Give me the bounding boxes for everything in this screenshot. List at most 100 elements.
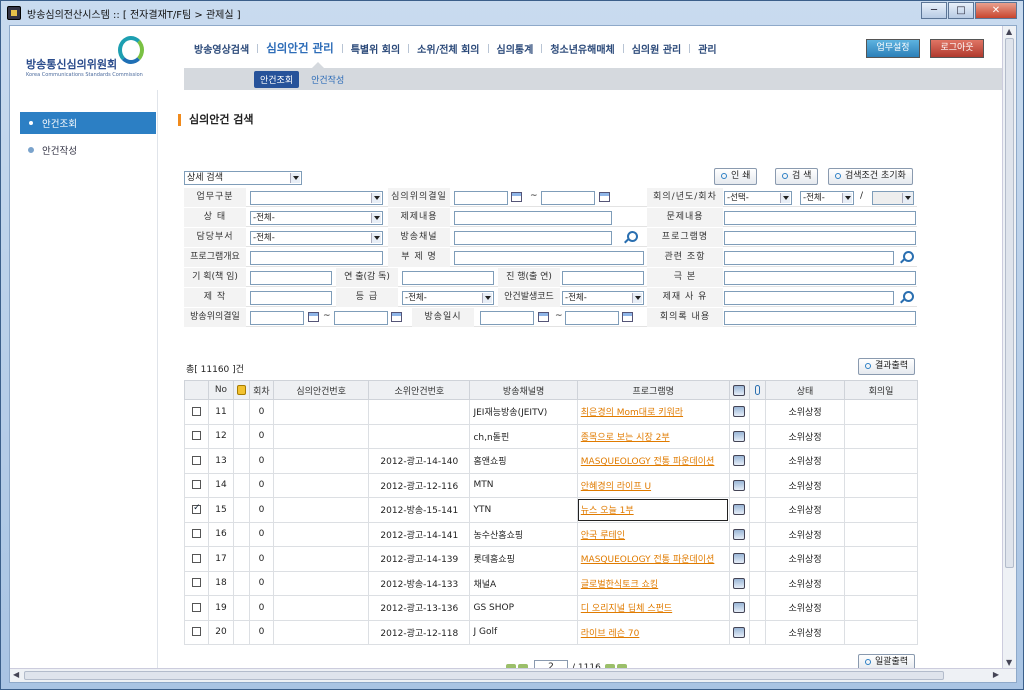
tv-icon[interactable]	[733, 504, 746, 516]
gnb-item-special[interactable]: 특별위 회의	[343, 41, 408, 56]
gnb-item-admin[interactable]: 관리	[690, 41, 724, 56]
planner-input[interactable]	[250, 271, 332, 285]
search-icon[interactable]	[624, 231, 638, 243]
biz-select[interactable]	[250, 191, 383, 205]
reset-search-button[interactable]: 검색조건 초기화	[828, 168, 913, 185]
writer-input[interactable]	[724, 271, 916, 285]
row-checkbox[interactable]	[192, 578, 202, 588]
row-program-link[interactable]: 글로벌한식토크 쇼킹	[581, 580, 658, 590]
sidebar-item-search[interactable]: 안건조회	[20, 112, 156, 134]
search-icon[interactable]	[900, 291, 914, 303]
channel-input[interactable]	[454, 231, 612, 245]
table-row[interactable]: 17 0 2012-광고-14-139 롯데홈쇼핑 MASQUEOLOGY 전통 파운데…	[183, 546, 918, 572]
row-checkbox[interactable]	[192, 503, 202, 514]
minimize-button[interactable]: ─	[921, 2, 947, 19]
gnb-item-agenda[interactable]: 심의안건 관리	[258, 40, 341, 56]
calendar-icon[interactable]	[599, 192, 610, 202]
row-program-link[interactable]: 종목으로 보는 시장 2부	[581, 433, 670, 443]
table-row[interactable]: 12 0 ch,n돌핀 종목으로 보는 시장 2부 소위상정	[183, 423, 918, 449]
host-input[interactable]	[562, 271, 644, 285]
logout-button[interactable]: 로그아웃	[930, 39, 984, 58]
tv-icon[interactable]	[733, 528, 746, 540]
table-row[interactable]: 19 0 2012-광고-13-136 GS SHOP 디 오리지널 딥체 스펀드 소위상…	[183, 595, 918, 621]
tv-icon[interactable]	[733, 577, 746, 589]
row-program-link[interactable]: 안국 루테인	[581, 531, 625, 541]
maximize-button[interactable]: □	[948, 2, 974, 19]
export-results-button[interactable]: 결과출력	[858, 358, 916, 375]
sanction-content-input[interactable]	[454, 211, 612, 225]
close-button[interactable]: ✕	[975, 2, 1017, 19]
airdate-from[interactable]	[480, 311, 534, 325]
tv-icon[interactable]	[733, 479, 746, 491]
tv-icon[interactable]	[733, 626, 746, 638]
tv-icon[interactable]	[733, 553, 746, 565]
producer-input[interactable]	[250, 291, 332, 305]
program-input[interactable]	[724, 231, 916, 245]
row-program-link[interactable]: 안혜경의 라이프 U	[581, 482, 651, 492]
meeting-select[interactable]: -선택-	[724, 191, 792, 205]
grade-select[interactable]: -전체-	[402, 291, 494, 305]
table-row[interactable]: 15 0 2012-방송-15-141 YTN 뉴스 오늘 1부 소위상정	[183, 497, 918, 523]
bdate-from[interactable]	[250, 311, 304, 325]
calendar-icon[interactable]	[538, 312, 549, 322]
meet-date-to[interactable]	[541, 191, 595, 205]
row-checkbox[interactable]	[192, 431, 202, 441]
row-checkbox[interactable]	[192, 406, 202, 416]
search-mode-select[interactable]: 상세 검색	[184, 171, 302, 185]
meet-date-from[interactable]	[454, 191, 508, 205]
row-program-link[interactable]: 최은경의 Mom대로 키워라	[581, 408, 683, 418]
bdate-to[interactable]	[334, 311, 388, 325]
gnb-item-youth[interactable]: 청소년유해매체	[542, 41, 622, 56]
table-row[interactable]: 16 0 2012-광고-14-141 농수산홈쇼핑 안국 루테인 소위상정	[183, 521, 918, 547]
row-program-link[interactable]: 라이브 레슨 70	[581, 629, 640, 639]
row-program-link[interactable]: 뉴스 오늘 1부	[581, 506, 634, 516]
table-row[interactable]: 20 0 2012-광고-12-118 J Golf 라이브 레슨 70 소위상정	[183, 619, 918, 645]
problem-content-input[interactable]	[724, 211, 916, 225]
row-program-link[interactable]: MASQUEOLOGY 전통 파운데이션	[581, 555, 715, 565]
row-checkbox[interactable]	[192, 553, 202, 563]
subtitle-input[interactable]	[454, 251, 644, 265]
search-button[interactable]: 검 색	[775, 168, 819, 185]
tv-icon[interactable]	[733, 455, 746, 467]
gnb-item-video[interactable]: 방송영상검색	[186, 41, 257, 56]
row-checkbox[interactable]	[192, 627, 202, 637]
row-program-link[interactable]: MASQUEOLOGY 전통 파운데이션	[581, 457, 715, 467]
related-clause-input[interactable]	[724, 251, 894, 265]
tv-icon[interactable]	[733, 430, 746, 442]
sanction-reason-input[interactable]	[724, 291, 894, 305]
year-select[interactable]: -전체-	[800, 191, 854, 205]
table-row[interactable]: 18 0 2012-방송-14-133 채널A 글로벌한식토크 쇼킹 소위상정	[183, 570, 918, 596]
status-select[interactable]: -전체-	[250, 211, 383, 225]
airdate-to[interactable]	[565, 311, 619, 325]
subnav-item-create[interactable]: 안건작성	[305, 71, 350, 88]
row-checkbox[interactable]	[192, 602, 202, 612]
row-checkbox[interactable]	[192, 480, 202, 490]
work-settings-button[interactable]: 업무설정	[866, 39, 920, 58]
row-checkbox[interactable]	[192, 529, 202, 539]
gnb-item-meeting[interactable]: 소위/전체 회의	[409, 41, 487, 56]
calendar-icon[interactable]	[511, 192, 522, 202]
director-input[interactable]	[402, 271, 494, 285]
row-checkbox[interactable]	[192, 455, 202, 465]
calendar-icon[interactable]	[622, 312, 633, 322]
row-program-link[interactable]: 디 오리지널 딥체 스펀드	[581, 604, 672, 614]
sidebar-item-create[interactable]: 안건작성	[20, 139, 156, 161]
gnb-item-members[interactable]: 심의원 관리	[624, 41, 689, 56]
summary-input[interactable]	[250, 251, 383, 265]
vertical-scrollbar[interactable]: ▲ ▼	[1002, 26, 1016, 668]
tv-icon[interactable]	[733, 406, 746, 418]
dept-select[interactable]: -전체-	[250, 231, 383, 245]
tv-icon[interactable]	[733, 602, 746, 614]
calendar-icon[interactable]	[391, 312, 402, 322]
calendar-icon[interactable]	[308, 312, 319, 322]
table-row[interactable]: 13 0 2012-광고-14-140 홈앤쇼핑 MASQUEOLOGY 전통 파운데이…	[183, 448, 918, 474]
round-select[interactable]	[872, 191, 914, 205]
subnav-item-search[interactable]: 안건조회	[254, 70, 300, 88]
minutes-input[interactable]	[724, 311, 916, 325]
table-row[interactable]: 14 0 2012-광고-12-116 MTN 안혜경의 라이프 U 소위상정	[183, 472, 918, 498]
print-button[interactable]: 인 쇄	[714, 168, 758, 185]
search-icon[interactable]	[900, 251, 914, 263]
logo[interactable]: 방송통신심의위원회 Korea Communications Standards…	[26, 34, 166, 80]
gnb-item-stats[interactable]: 심의통계	[489, 41, 542, 56]
horizontal-scrollbar[interactable]: ◀ ▶	[10, 668, 1016, 682]
